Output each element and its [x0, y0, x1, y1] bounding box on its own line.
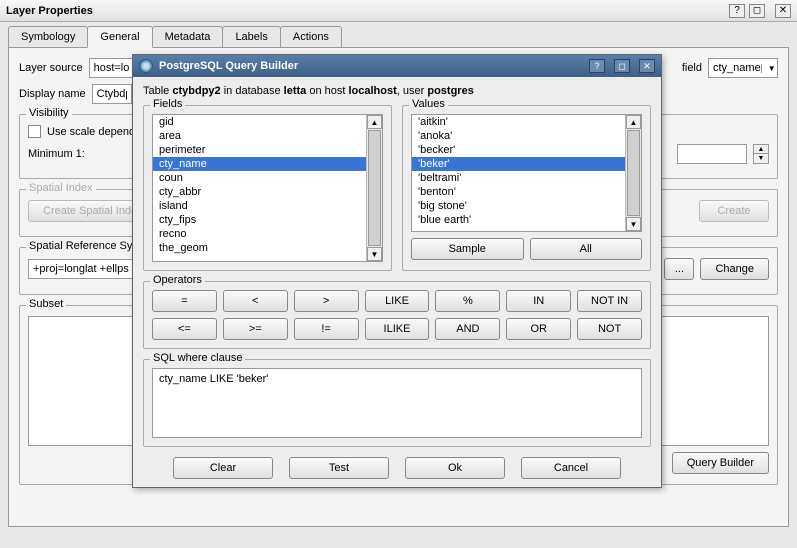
value-item[interactable]: 'benton': [412, 185, 625, 199]
change-button[interactable]: Change: [700, 258, 769, 280]
minimum-spin-input[interactable]: [677, 144, 747, 164]
op-in-button[interactable]: IN: [506, 290, 571, 312]
dialog-help-button[interactable]: ?: [589, 59, 605, 73]
window-titlebar: Layer Properties ? ◻ ✕: [0, 0, 797, 22]
operators-label: Operators: [150, 274, 205, 286]
sql-label: SQL where clause: [150, 352, 245, 364]
cancel-button[interactable]: Cancel: [521, 457, 621, 479]
op--button[interactable]: =: [152, 290, 217, 312]
spatial-index-title: Spatial Index: [26, 182, 96, 194]
value-item[interactable]: 'blue earth': [412, 213, 625, 227]
op--button[interactable]: >=: [223, 318, 288, 340]
tab-general[interactable]: General: [87, 26, 152, 48]
field-item[interactable]: cty_fips: [153, 213, 366, 227]
dialog-restore-button[interactable]: ◻: [614, 59, 630, 73]
create-button: Create: [699, 200, 769, 222]
restore-button[interactable]: ◻: [749, 4, 765, 18]
tab-bar: Symbology General Metadata Labels Action…: [8, 26, 789, 48]
scroll-thumb[interactable]: [627, 130, 640, 216]
spin-up-icon[interactable]: ▲: [754, 145, 768, 154]
chevron-down-icon: ▼: [761, 64, 776, 73]
test-button[interactable]: Test: [289, 457, 389, 479]
spin-down-icon[interactable]: ▼: [754, 154, 768, 163]
window-title: Layer Properties: [6, 5, 725, 17]
scroll-down-icon[interactable]: ▼: [367, 247, 382, 261]
op--button[interactable]: !=: [294, 318, 359, 340]
op-ilike-button[interactable]: ILIKE: [365, 318, 430, 340]
display-name-label: Display name: [19, 88, 86, 100]
field-item[interactable]: island: [153, 199, 366, 213]
sample-button[interactable]: Sample: [411, 238, 524, 260]
values-label: Values: [409, 98, 448, 110]
scroll-up-icon[interactable]: ▲: [367, 115, 382, 129]
ok-button[interactable]: Ok: [405, 457, 505, 479]
sql-textarea[interactable]: cty_name LIKE 'beker': [152, 368, 642, 438]
use-scale-label: Use scale depend: [47, 126, 135, 138]
op--button[interactable]: <: [223, 290, 288, 312]
tab-actions[interactable]: Actions: [280, 26, 342, 48]
dialog-titlebar[interactable]: PostgreSQL Query Builder ? ◻ ✕: [133, 55, 661, 77]
all-button[interactable]: All: [530, 238, 643, 260]
visibility-title: Visibility: [26, 107, 72, 119]
op--button[interactable]: <=: [152, 318, 217, 340]
query-builder-dialog: PostgreSQL Query Builder ? ◻ ✕ Table cty…: [132, 54, 662, 488]
scroll-up-icon[interactable]: ▲: [626, 115, 641, 129]
value-item[interactable]: 'beker': [412, 157, 625, 171]
op-and-button[interactable]: AND: [435, 318, 500, 340]
help-button[interactable]: ?: [729, 4, 745, 18]
value-item[interactable]: 'beltrami': [412, 171, 625, 185]
field-combo-value: cty_name: [713, 62, 761, 74]
op--button[interactable]: %: [435, 290, 500, 312]
op-like-button[interactable]: LIKE: [365, 290, 430, 312]
minimum-label: Minimum 1:: [28, 148, 85, 160]
query-builder-button[interactable]: Query Builder: [672, 452, 769, 474]
value-item[interactable]: 'becker': [412, 143, 625, 157]
field-item[interactable]: cty_abbr: [153, 185, 366, 199]
layer-source-label: Layer source: [19, 62, 83, 74]
op-notin-button[interactable]: NOT IN: [577, 290, 642, 312]
fields-group: Fields gidareaperimetercty_namecouncty_a…: [143, 105, 392, 271]
value-item[interactable]: 'anoka': [412, 129, 625, 143]
values-group: Values 'aitkin''anoka''becker''beker''be…: [402, 105, 651, 271]
scroll-thumb[interactable]: [368, 130, 381, 246]
minimum-spinner[interactable]: ▲▼: [753, 144, 769, 164]
operators-group: Operators =<>LIKE%INNOT IN<=>=!=ILIKEAND…: [143, 281, 651, 349]
field-item[interactable]: area: [153, 129, 366, 143]
field-item[interactable]: coun: [153, 171, 366, 185]
field-label: field: [682, 62, 702, 74]
clear-button[interactable]: Clear: [173, 457, 273, 479]
values-scrollbar[interactable]: ▲ ▼: [625, 115, 641, 231]
value-item[interactable]: 'aitkin': [412, 115, 625, 129]
tab-symbology[interactable]: Symbology: [8, 26, 88, 48]
close-button[interactable]: ✕: [775, 4, 791, 18]
fields-listbox[interactable]: gidareaperimetercty_namecouncty_abbrisla…: [152, 114, 383, 262]
op-or-button[interactable]: OR: [506, 318, 571, 340]
field-item[interactable]: gid: [153, 115, 366, 129]
tab-metadata[interactable]: Metadata: [152, 26, 224, 48]
field-item[interactable]: cty_name: [153, 157, 366, 171]
field-item[interactable]: the_geom: [153, 241, 366, 255]
subset-title: Subset: [26, 298, 66, 310]
field-item[interactable]: perimeter: [153, 143, 366, 157]
scroll-down-icon[interactable]: ▼: [626, 217, 641, 231]
dialog-title: PostgreSQL Query Builder: [159, 60, 580, 72]
display-name-input[interactable]: [92, 84, 132, 104]
field-item[interactable]: recno: [153, 227, 366, 241]
value-item[interactable]: 'big stone': [412, 199, 625, 213]
tab-labels[interactable]: Labels: [222, 26, 280, 48]
table-sentence: Table ctybdpy2 in database letta on host…: [143, 85, 651, 97]
field-combo[interactable]: cty_name ▼: [708, 58, 778, 78]
dialog-close-button[interactable]: ✕: [639, 59, 655, 73]
use-scale-checkbox[interactable]: [28, 125, 41, 138]
srs-title: Spatial Reference Sy: [26, 240, 135, 252]
globe-icon: [139, 59, 153, 73]
op-not-button[interactable]: NOT: [577, 318, 642, 340]
op--button[interactable]: >: [294, 290, 359, 312]
fields-scrollbar[interactable]: ▲ ▼: [366, 115, 382, 261]
fields-label: Fields: [150, 98, 185, 110]
values-listbox[interactable]: 'aitkin''anoka''becker''beker''beltrami'…: [411, 114, 642, 232]
srs-more-button[interactable]: ...: [664, 258, 694, 280]
sql-group: SQL where clause cty_name LIKE 'beker': [143, 359, 651, 447]
